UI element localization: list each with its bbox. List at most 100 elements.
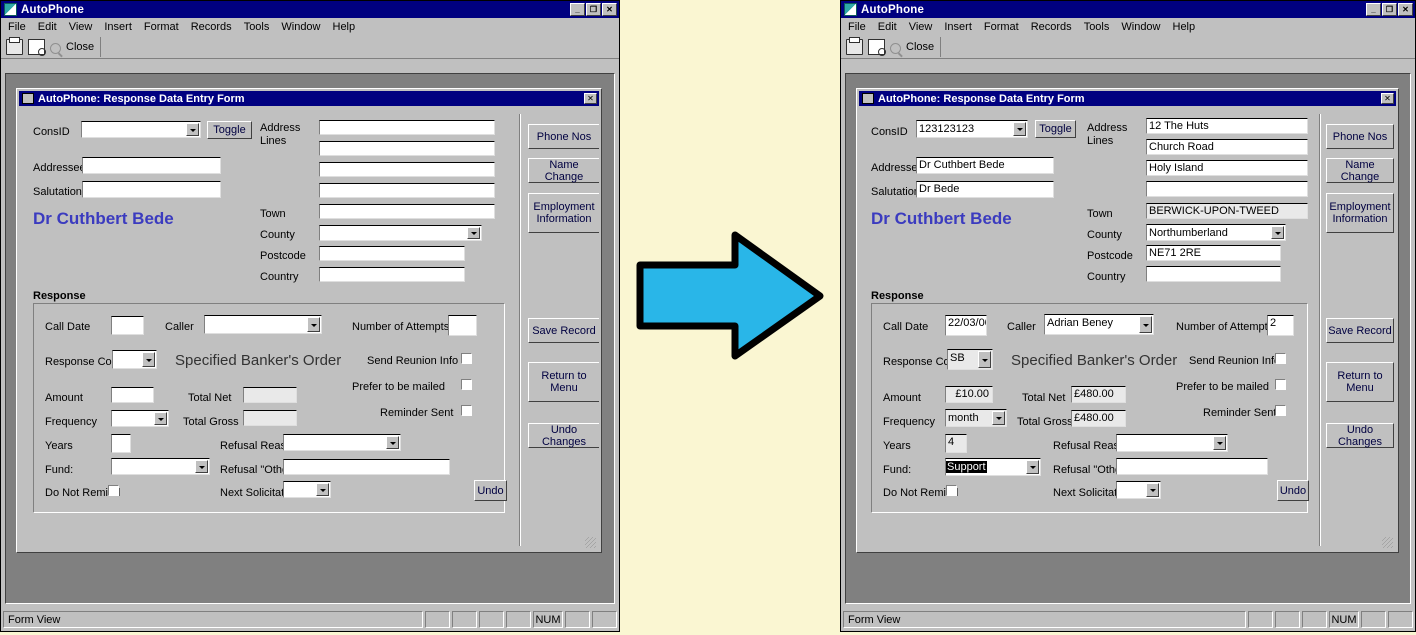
undo-button[interactable]: Undo [474,480,507,501]
send-reunion-info-checkbox[interactable] [1275,353,1286,364]
amount-field[interactable]: £10.00 [945,386,993,403]
menu-item-edit[interactable]: Edit [878,21,897,33]
refusal-other-field[interactable] [283,459,450,475]
chevron-down-icon[interactable] [307,317,320,332]
menu-item-file[interactable]: File [848,21,866,33]
undo-changes-button[interactable]: Undo Changes [528,423,599,448]
number-of-attempts-field[interactable]: 2 [1267,315,1294,336]
amount-field[interactable] [111,387,154,403]
fund-combo[interactable] [111,458,210,475]
frequency-combo[interactable]: month [945,409,1007,427]
print-icon[interactable] [6,37,23,55]
magnifier-icon[interactable] [50,42,61,54]
menu-item-file[interactable]: File [8,21,26,33]
chevron-down-icon[interactable] [467,227,480,239]
country-field[interactable] [319,267,465,282]
address-line-3-field[interactable] [319,162,495,177]
next-solicitation-combo[interactable] [1116,481,1161,499]
salutation-field[interactable] [82,181,221,198]
prefer-to-be-mailed-checkbox[interactable] [461,379,472,390]
restore-button[interactable]: ❐ [1382,3,1397,16]
save-record-button[interactable]: Save Record [528,318,599,343]
chevron-down-icon[interactable] [1013,122,1026,136]
years-field[interactable] [111,434,131,453]
salutation-field[interactable]: Dr Bede [916,181,1054,198]
menu-item-insert[interactable]: Insert [104,21,132,33]
address-line-3-field[interactable]: Holy Island [1146,160,1308,176]
refusal-reason-combo[interactable] [1116,434,1228,452]
toolbar-close-button[interactable]: Close [906,41,934,53]
chevron-down-icon[interactable] [195,460,208,473]
toggle-button[interactable]: Toggle [1035,120,1076,138]
menu-item-format[interactable]: Format [984,21,1019,33]
employment-information-button[interactable]: Employment Information [528,193,599,233]
menu-item-records[interactable]: Records [1031,21,1072,33]
response-code-combo[interactable] [112,350,157,369]
minimize-button[interactable]: _ [1366,3,1381,16]
postcode-field[interactable] [319,246,465,261]
menu-item-help[interactable]: Help [333,21,356,33]
reminder-sent-checkbox[interactable] [461,405,472,416]
prefer-to-be-mailed-checkbox[interactable] [1275,379,1286,390]
chevron-down-icon[interactable] [142,352,155,367]
form-close-button[interactable]: ✕ [1381,93,1394,104]
address-line-2-field[interactable] [319,141,495,156]
frequency-combo[interactable] [111,410,169,427]
years-field[interactable]: 4 [945,434,967,453]
menu-item-format[interactable]: Format [144,21,179,33]
chevron-down-icon[interactable] [186,123,199,136]
save-record-button[interactable]: Save Record [1326,318,1394,343]
chevron-down-icon[interactable] [1146,483,1159,497]
phone-nos-button[interactable]: Phone Nos [1326,124,1394,149]
caller-combo[interactable] [204,315,322,334]
chevron-down-icon[interactable] [1139,316,1152,333]
print-preview-icon[interactable] [28,39,46,56]
chevron-down-icon[interactable] [992,411,1005,425]
menu-item-window[interactable]: Window [1121,21,1160,33]
restore-button[interactable]: ❐ [586,3,601,16]
chevron-down-icon[interactable] [386,436,399,449]
form-close-button[interactable]: ✕ [584,93,597,104]
employment-information-button[interactable]: Employment Information [1326,193,1394,233]
refusal-other-field[interactable] [1116,458,1268,475]
chevron-down-icon[interactable] [1213,436,1226,450]
menu-item-view[interactable]: View [69,21,93,33]
town-field[interactable] [319,204,495,219]
send-reunion-info-checkbox[interactable] [461,353,472,364]
chevron-down-icon[interactable] [316,483,329,496]
fund-combo[interactable]: Support [945,458,1041,476]
do-not-remind-checkbox[interactable] [946,485,957,496]
print-preview-icon[interactable] [868,39,886,56]
address-line-4-field[interactable] [1146,181,1308,197]
return-to-menu-button[interactable]: Return to Menu [528,362,599,402]
resize-grip[interactable] [1382,537,1393,548]
menu-item-view[interactable]: View [909,21,933,33]
resize-grip[interactable] [585,537,596,548]
county-combo[interactable]: Northumberland [1146,224,1286,241]
chevron-down-icon[interactable] [1026,460,1039,474]
addressee-field[interactable] [82,157,221,174]
refusal-reason-combo[interactable] [283,434,401,451]
chevron-down-icon[interactable] [1271,226,1284,239]
address-line-1-field[interactable] [319,120,495,135]
magnifier-icon[interactable] [890,42,901,54]
menu-item-insert[interactable]: Insert [944,21,972,33]
phone-nos-button[interactable]: Phone Nos [528,124,599,149]
close-button[interactable]: ✕ [1398,3,1413,16]
menu-item-tools[interactable]: Tools [1084,21,1110,33]
toggle-button[interactable]: Toggle [207,121,252,139]
country-field[interactable] [1146,266,1281,282]
postcode-field[interactable]: NE71 2RE [1146,245,1281,261]
name-change-button[interactable]: Name Change [528,158,599,183]
do-not-remind-checkbox[interactable] [108,485,119,496]
undo-changes-button[interactable]: Undo Changes [1326,423,1394,448]
close-button[interactable]: ✕ [602,3,617,16]
menu-item-records[interactable]: Records [191,21,232,33]
call-date-field[interactable]: 22/03/00 [945,315,987,336]
county-combo[interactable] [319,225,482,241]
menu-item-help[interactable]: Help [1173,21,1196,33]
consid-combo[interactable]: 123123123 [916,120,1028,138]
menu-item-window[interactable]: Window [281,21,320,33]
caller-combo[interactable]: Adrian Beney [1044,314,1154,335]
address-line-4-field[interactable] [319,183,495,198]
